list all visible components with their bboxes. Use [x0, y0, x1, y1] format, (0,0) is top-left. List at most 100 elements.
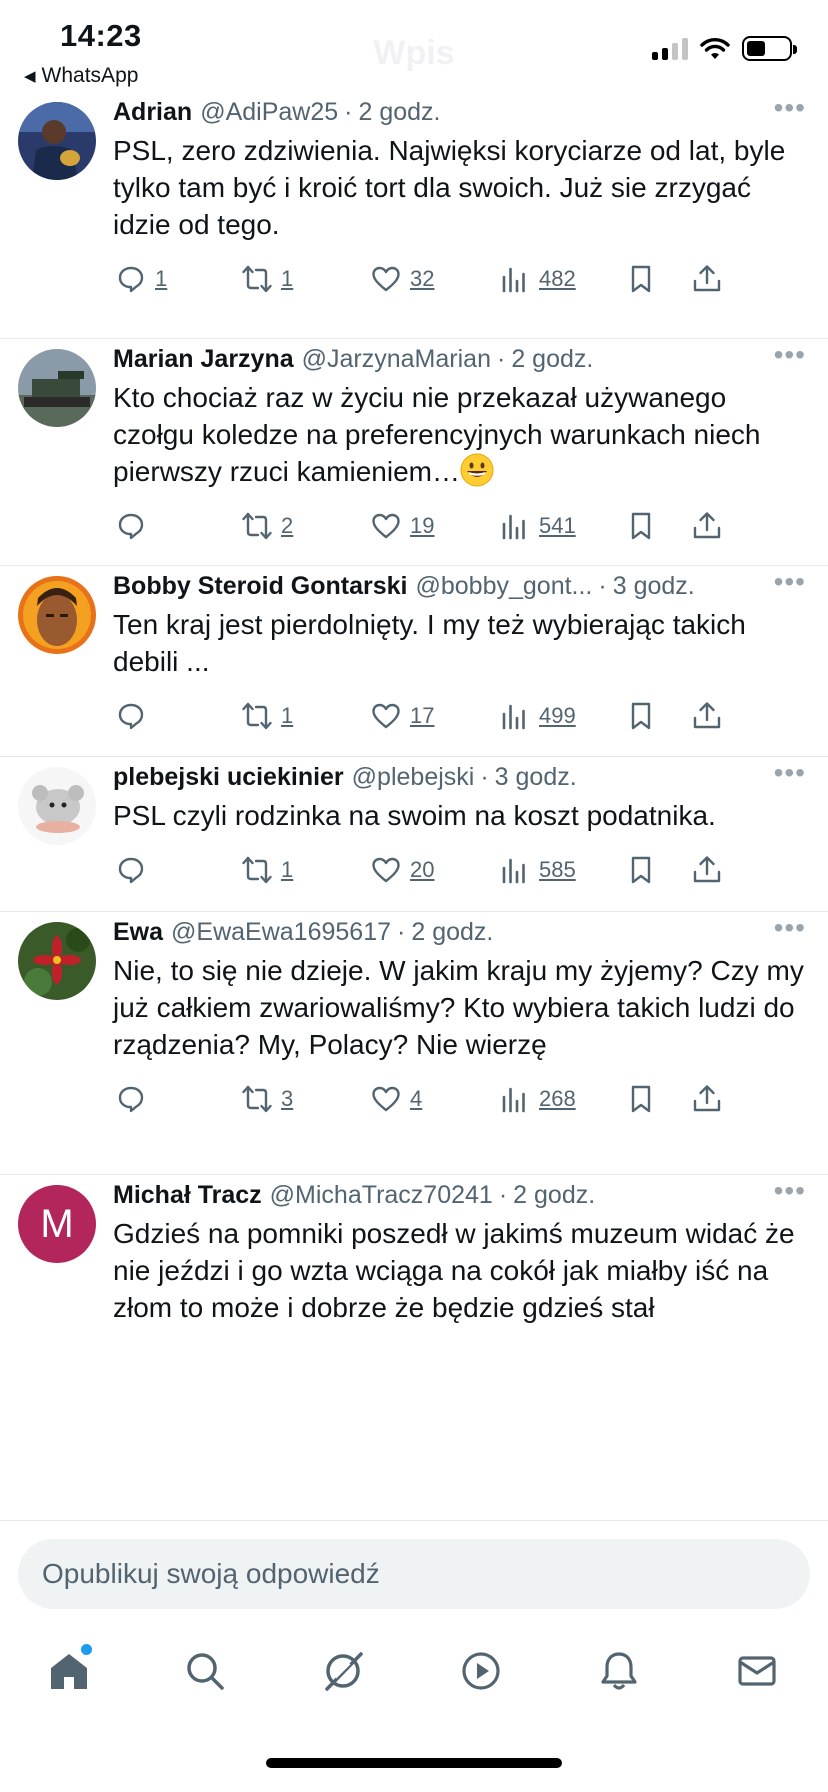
like-count: 20 [410, 857, 435, 882]
share-button[interactable] [691, 263, 723, 295]
tab-video[interactable] [456, 1646, 506, 1696]
bookmark-button[interactable] [625, 700, 657, 732]
retweet-icon [242, 856, 272, 884]
like-button[interactable]: 4 [370, 1083, 422, 1115]
retweet-button[interactable]: 3 [241, 1083, 293, 1115]
like-button[interactable]: 32 [370, 263, 434, 295]
views-button[interactable]: 482 [499, 263, 576, 295]
views-button[interactable]: 268 [499, 1083, 576, 1115]
reply-button[interactable]: 1 [115, 263, 167, 295]
views-button[interactable]: 499 [499, 700, 576, 732]
tweet[interactable]: ••• plebejski uciekinier @plebejski · 3 … [0, 757, 828, 912]
tweet-text: PSL czyli rodzinka na swoim na koszt pod… [113, 800, 716, 831]
views-count: 585 [539, 857, 576, 882]
more-options-icon[interactable]: ••• [774, 339, 806, 371]
tweet-time[interactable]: 3 godz. [495, 763, 577, 792]
illustrated-face-avatar-icon[interactable] [18, 576, 96, 654]
reply-button[interactable] [115, 854, 155, 886]
bookmark-button[interactable] [625, 263, 657, 295]
share-button[interactable] [691, 700, 723, 732]
plush-toy-avatar-icon[interactable] [18, 767, 96, 845]
bookmark-button[interactable] [625, 510, 657, 542]
tweet-time[interactable]: 2 godz. [411, 918, 493, 947]
tank-photo-avatar-icon[interactable] [18, 349, 96, 427]
tweet-header: plebejski uciekinier @plebejski · 3 godz… [113, 763, 577, 792]
tab-search[interactable] [180, 1646, 230, 1696]
bookmark-button[interactable] [625, 1083, 657, 1115]
tweet-time[interactable]: 2 godz. [513, 1181, 595, 1210]
more-options-icon[interactable]: ••• [774, 92, 806, 124]
tweet-text-container: Kto chociaż raz w życiu nie przekazał uż… [113, 379, 808, 490]
more-options-icon[interactable]: ••• [774, 912, 806, 944]
system-indicators [652, 36, 797, 61]
notifications-icon [601, 1652, 637, 1690]
author-handle[interactable]: @MichaTracz70241 [270, 1181, 493, 1210]
tweet-time[interactable]: 3 godz. [613, 572, 695, 601]
avatar-letter[interactable]: M [18, 1185, 96, 1263]
retweet-button[interactable]: 2 [241, 510, 293, 542]
bottom-tab-bar [0, 1620, 828, 1720]
views-chart-icon [502, 514, 525, 540]
reply-icon [118, 266, 144, 293]
reply-input[interactable] [18, 1539, 810, 1609]
tweet[interactable]: M ••• Michał Tracz @MichaTracz70241 · 2 … [0, 1175, 828, 1395]
views-button[interactable]: 585 [499, 854, 576, 886]
grok-icon [325, 1652, 363, 1691]
author-handle[interactable]: @AdiPaw25 [200, 98, 338, 127]
heart-icon [372, 513, 400, 539]
author-name[interactable]: Michał Tracz [113, 1181, 262, 1210]
red-flower-avatar-icon[interactable] [18, 922, 96, 1000]
share-button[interactable] [691, 1083, 723, 1115]
tweet[interactable]: ••• Ewa @EwaEwa1695617 · 2 godz. Nie, to… [0, 912, 828, 1175]
clock: 14:23 [60, 18, 142, 53]
battery-icon [742, 36, 797, 61]
replies-feed[interactable]: ••• Adrian @AdiPaw25 · 2 godz. PSL, zero… [0, 92, 828, 1520]
author-name[interactable]: Adrian [113, 98, 192, 127]
tweet-time[interactable]: 2 godz. [358, 98, 440, 127]
views-button[interactable]: 541 [499, 510, 576, 542]
author-handle[interactable]: @bobby_gont... [415, 572, 592, 601]
author-name[interactable]: Bobby Steroid Gontarski [113, 572, 407, 601]
back-to-app-button[interactable]: ◀ WhatsApp [24, 64, 138, 88]
tab-home[interactable] [44, 1644, 94, 1696]
tweet[interactable]: ••• Marian Jarzyna @JarzynaMarian · 2 go… [0, 339, 828, 566]
tab-notifications[interactable] [594, 1646, 644, 1696]
like-button[interactable]: 20 [370, 854, 434, 886]
author-handle[interactable]: @JarzynaMarian [302, 345, 491, 374]
retweet-button[interactable]: 1 [241, 854, 293, 886]
messages-icon [738, 1656, 776, 1686]
reply-button[interactable] [115, 700, 155, 732]
reply-icon [118, 857, 144, 884]
reply-button[interactable] [115, 510, 155, 542]
photo-avatar-icon[interactable] [18, 102, 96, 180]
wifi-icon [700, 37, 730, 59]
like-button[interactable]: 19 [370, 510, 434, 542]
retweet-button[interactable]: 1 [241, 700, 293, 732]
share-icon [693, 702, 721, 729]
author-handle[interactable]: @EwaEwa1695617 [171, 918, 391, 947]
share-icon [693, 856, 721, 883]
more-options-icon[interactable]: ••• [774, 566, 806, 598]
reply-button[interactable] [115, 1083, 155, 1115]
tweet-time[interactable]: 2 godz. [511, 345, 593, 374]
author-name[interactable]: Marian Jarzyna [113, 345, 294, 374]
tweet[interactable]: ••• Adrian @AdiPaw25 · 2 godz. PSL, zero… [0, 92, 828, 339]
tweet[interactable]: ••• Bobby Steroid Gontarski @bobby_gont.… [0, 566, 828, 757]
tweet-header: Ewa @EwaEwa1695617 · 2 godz. [113, 918, 494, 947]
author-name[interactable]: Ewa [113, 918, 163, 947]
like-button[interactable]: 17 [370, 700, 434, 732]
more-options-icon[interactable]: ••• [774, 757, 806, 789]
more-options-icon[interactable]: ••• [774, 1175, 806, 1207]
tab-messages[interactable] [732, 1646, 782, 1696]
tab-grok[interactable] [318, 1646, 368, 1696]
share-button[interactable] [691, 510, 723, 542]
author-handle[interactable]: @plebejski [352, 763, 475, 792]
share-icon [693, 1085, 721, 1112]
back-app-label: WhatsApp [41, 64, 139, 87]
share-button[interactable] [691, 854, 723, 886]
reply-icon [118, 1086, 144, 1113]
author-name[interactable]: plebejski uciekinier [113, 763, 344, 792]
tweet-actions: 1 17 499 [113, 696, 808, 736]
retweet-button[interactable]: 1 [241, 263, 293, 295]
bookmark-button[interactable] [625, 854, 657, 886]
